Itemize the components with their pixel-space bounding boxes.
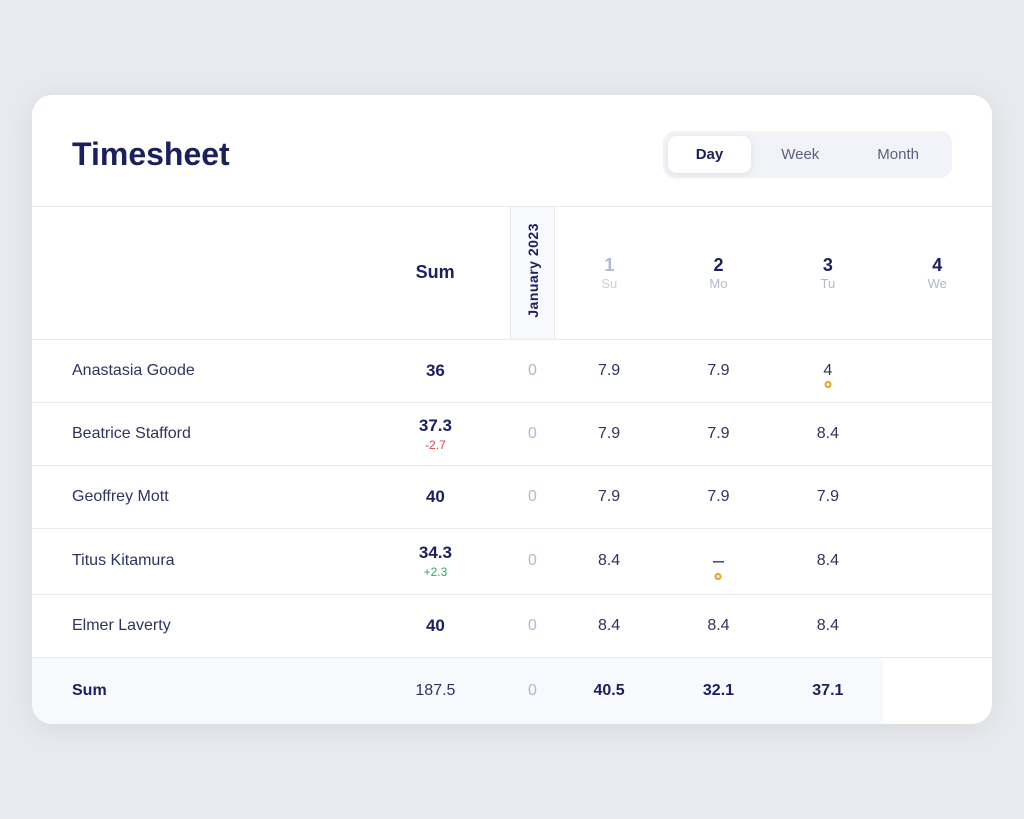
employee-name: Titus Kitamura	[32, 528, 360, 594]
table-row: Anastasia Goode3607.97.94	[32, 339, 992, 402]
page-title: Timesheet	[72, 136, 230, 173]
sum-cell: 34.3+2.3	[360, 528, 510, 594]
day-cell-3: 4	[773, 339, 882, 402]
table-row: Elmer Laverty4008.48.48.4	[32, 594, 992, 657]
day-cell-0: 0	[511, 528, 555, 594]
view-day-button[interactable]: Day	[668, 136, 752, 173]
th-day-3: 3 Tu	[773, 207, 882, 340]
table-row: Geoffrey Mott4007.97.97.9	[32, 465, 992, 528]
sum-cell: 36	[360, 339, 510, 402]
th-name	[32, 207, 360, 340]
view-week-button[interactable]: Week	[753, 136, 847, 173]
view-toggle: Day Week Month	[663, 131, 952, 178]
th-month: January 2023	[511, 207, 555, 340]
th-sum: Sum	[360, 207, 510, 340]
sum-cell: 37.3-2.7	[360, 402, 510, 465]
table-row: Beatrice Stafford37.3-2.707.97.98.4	[32, 402, 992, 465]
sum-day-2: 32.1	[664, 657, 773, 724]
th-day-4: 4 We	[883, 207, 992, 340]
sum-cell: 40	[360, 465, 510, 528]
day-cell-2: 7.9	[664, 465, 773, 528]
day-cell-2: 8.4	[664, 594, 773, 657]
day-cell-2: –	[664, 528, 773, 594]
sum-day-0: 0	[511, 657, 555, 724]
overtime-dot	[715, 573, 722, 580]
view-month-button[interactable]: Month	[849, 136, 947, 173]
day-cell-0: 0	[511, 594, 555, 657]
day-cell-0: 0	[511, 402, 555, 465]
table-row: Titus Kitamura34.3+2.308.4–8.4	[32, 528, 992, 594]
day-cell-0: 0	[511, 339, 555, 402]
sum-day-1: 40.5	[554, 657, 663, 724]
table-header-row: Sum January 2023 1 Su 2 Mo 3	[32, 207, 992, 340]
table-wrapper: Sum January 2023 1 Su 2 Mo 3	[32, 206, 992, 724]
sum-row: Sum187.5040.532.137.1	[32, 657, 992, 724]
employee-name: Geoffrey Mott	[32, 465, 360, 528]
day-cell-1: 7.9	[554, 339, 663, 402]
day-cell-2: 7.9	[664, 402, 773, 465]
day-cell-1: 8.4	[554, 528, 663, 594]
header: Timesheet Day Week Month	[32, 131, 992, 206]
day-cell-2: 7.9	[664, 339, 773, 402]
day-cell-3: 7.9	[773, 465, 882, 528]
th-day-1: 1 Su	[554, 207, 663, 340]
th-day-2: 2 Mo	[664, 207, 773, 340]
day-cell-3: 8.4	[773, 528, 882, 594]
day-cell-1: 8.4	[554, 594, 663, 657]
sum-day-3: 37.1	[773, 657, 882, 724]
day-cell-0: 0	[511, 465, 555, 528]
day-cell-3: 8.4	[773, 594, 882, 657]
total-sum: 187.5	[360, 657, 510, 724]
sum-label: Sum	[32, 657, 360, 724]
timesheet-table: Sum January 2023 1 Su 2 Mo 3	[32, 206, 992, 724]
day-cell-1: 7.9	[554, 402, 663, 465]
sum-cell: 40	[360, 594, 510, 657]
day-cell-1: 7.9	[554, 465, 663, 528]
employee-name: Elmer Laverty	[32, 594, 360, 657]
employee-name: Beatrice Stafford	[32, 402, 360, 465]
timesheet-card: Timesheet Day Week Month Sum	[32, 95, 992, 724]
overtime-dot	[824, 381, 831, 388]
day-cell-3: 8.4	[773, 402, 882, 465]
employee-name: Anastasia Goode	[32, 339, 360, 402]
